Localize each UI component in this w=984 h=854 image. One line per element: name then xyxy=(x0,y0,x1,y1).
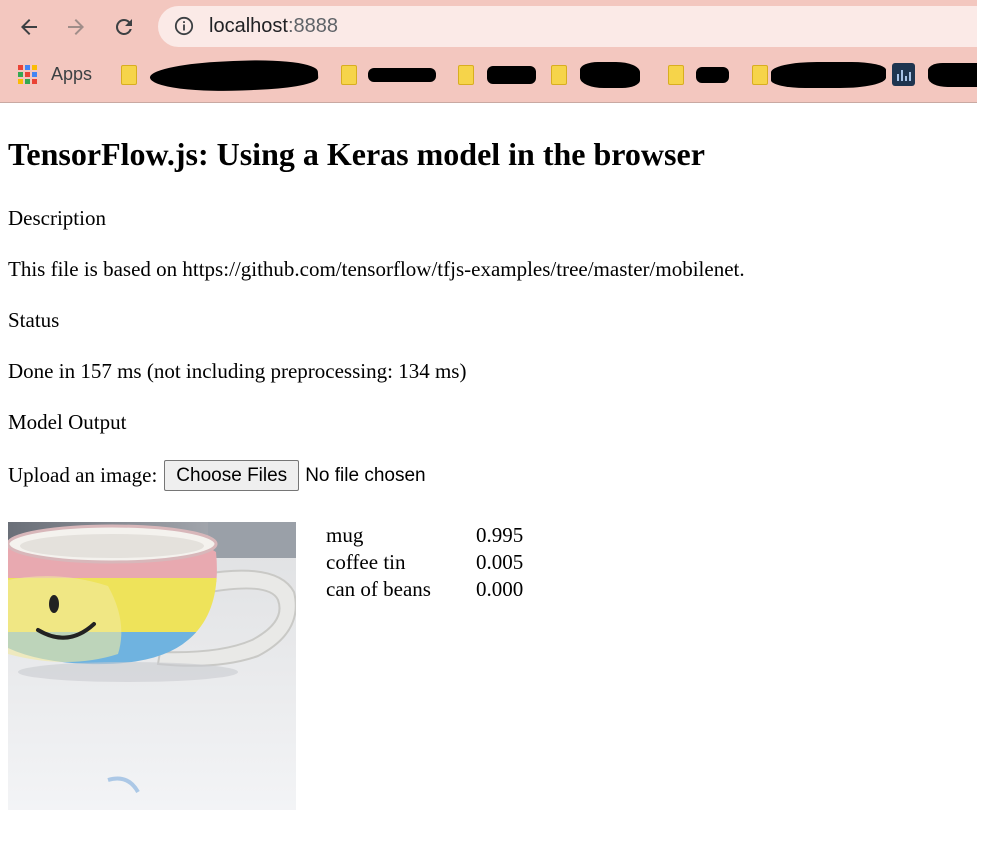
bookmark-folder-icon[interactable] xyxy=(458,65,474,85)
prediction-label: can of beans xyxy=(326,577,431,601)
page-title: TensorFlow.js: Using a Keras model in th… xyxy=(8,136,705,172)
bookmark-folder-icon[interactable] xyxy=(551,65,567,85)
model-output-heading: Model Output xyxy=(8,410,127,434)
redacted-bookmark xyxy=(928,63,977,87)
upload-label: Upload an image: xyxy=(8,463,158,487)
prediction-score: 0.995 xyxy=(476,523,524,547)
apps-label: Apps xyxy=(51,64,93,84)
bookmarks-bar: Apps xyxy=(0,56,977,96)
prediction-score: 0.005 xyxy=(476,550,524,574)
description-text: This file is based on https://github.com… xyxy=(8,257,745,281)
choose-files-button[interactable]: Choose Files xyxy=(164,460,300,491)
redacted-bookmark xyxy=(487,66,536,84)
prediction-row: mug 0.995 xyxy=(326,522,523,549)
forward-arrow-icon xyxy=(68,19,84,35)
url-host: localhost xyxy=(209,15,288,37)
redacted-bookmark xyxy=(149,56,319,96)
upload-row: Upload an image: Choose Files No file ch… xyxy=(8,460,426,491)
browser-toolbar: localhost:8888 Apps xyxy=(0,0,977,103)
description-heading: Description xyxy=(8,206,106,230)
uploaded-mug-photo xyxy=(8,522,296,810)
apps-grid-icon xyxy=(18,65,37,84)
prediction-score: 0.000 xyxy=(476,577,524,601)
reload-button[interactable] xyxy=(108,11,140,43)
bookmark-folder-icon[interactable] xyxy=(668,65,684,85)
prediction-row: can of beans 0.000 xyxy=(326,576,523,603)
bookmark-folder-icon[interactable] xyxy=(341,65,357,85)
reload-icon xyxy=(115,18,132,35)
predictions-table: mug 0.995 coffee tin 0.005 can of beans … xyxy=(326,522,523,603)
address-bar[interactable]: localhost:8888 xyxy=(158,6,977,47)
apps-shortcut[interactable]: Apps xyxy=(18,64,92,85)
prediction-label: coffee tin xyxy=(326,550,406,574)
bookmark-chart-icon[interactable] xyxy=(892,63,915,86)
redacted-bookmark xyxy=(368,68,436,82)
prediction-row: coffee tin 0.005 xyxy=(326,549,523,576)
redacted-bookmark xyxy=(580,62,640,88)
url-text[interactable]: localhost:8888 xyxy=(209,15,338,38)
no-file-chosen-text: No file chosen xyxy=(305,464,426,486)
info-icon[interactable] xyxy=(174,16,194,36)
back-button[interactable] xyxy=(13,11,45,43)
redacted-bookmark xyxy=(771,62,886,88)
status-text: Done in 157 ms (not including preprocess… xyxy=(8,359,467,383)
prediction-label: mug xyxy=(326,523,364,547)
url-port: :8888 xyxy=(287,15,338,37)
forward-button[interactable] xyxy=(60,11,92,43)
back-arrow-icon xyxy=(21,19,37,35)
bookmark-folder-icon[interactable] xyxy=(121,65,137,85)
status-heading: Status xyxy=(8,308,60,332)
redacted-bookmark xyxy=(696,67,729,83)
bookmark-folder-icon[interactable] xyxy=(752,65,768,85)
